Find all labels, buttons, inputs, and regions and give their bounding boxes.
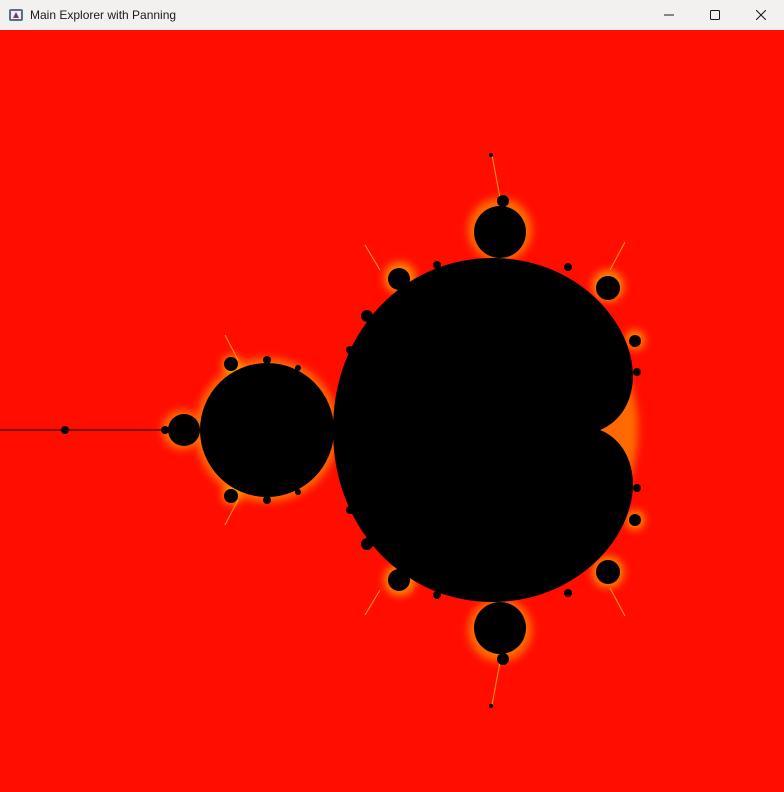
side-bulb xyxy=(433,591,441,599)
java-coffee-cup-icon xyxy=(8,7,24,23)
side-bulb xyxy=(633,484,641,492)
main-cardioid xyxy=(333,258,633,602)
period-four-bulb xyxy=(168,414,200,446)
title-bar[interactable]: Main Explorer with Panning xyxy=(0,0,784,30)
side-bulb xyxy=(596,560,620,584)
side-bulb xyxy=(224,357,238,371)
side-bulb xyxy=(388,268,410,290)
side-bulb xyxy=(361,310,373,322)
top-spec xyxy=(489,153,493,157)
side-bulb xyxy=(346,346,354,354)
side-bulb xyxy=(629,514,641,526)
side-bulb xyxy=(433,261,441,269)
top-mini-bulb xyxy=(497,195,509,207)
side-bulb xyxy=(629,335,641,347)
side-bulb xyxy=(564,589,572,597)
side-bulb xyxy=(633,368,641,376)
fractal-canvas[interactable] xyxy=(0,30,784,792)
side-bulb xyxy=(346,506,354,514)
application-window: Main Explorer with Panning xyxy=(0,0,784,792)
window-controls xyxy=(646,0,784,30)
minimize-button[interactable] xyxy=(646,0,692,30)
top-bulb xyxy=(474,206,526,258)
side-bulb xyxy=(263,356,271,364)
bottom-spec xyxy=(489,704,493,708)
bottom-mini-bulb xyxy=(497,653,509,665)
period-two-bulb xyxy=(200,363,334,497)
side-bulb xyxy=(361,538,373,550)
window-title: Main Explorer with Panning xyxy=(30,8,177,22)
close-button[interactable] xyxy=(738,0,784,30)
minimize-icon xyxy=(664,14,674,16)
side-bulb xyxy=(388,569,410,591)
mandelbrot-set-render xyxy=(0,153,645,708)
side-bulb xyxy=(224,489,238,503)
close-icon xyxy=(756,10,766,20)
side-bulb xyxy=(295,489,301,495)
side-bulb xyxy=(295,365,301,371)
side-bulb xyxy=(564,263,572,271)
maximize-icon xyxy=(710,10,720,20)
bottom-bulb xyxy=(474,602,526,654)
side-bulb xyxy=(263,496,271,504)
maximize-button[interactable] xyxy=(692,0,738,30)
side-bulb xyxy=(596,276,620,300)
